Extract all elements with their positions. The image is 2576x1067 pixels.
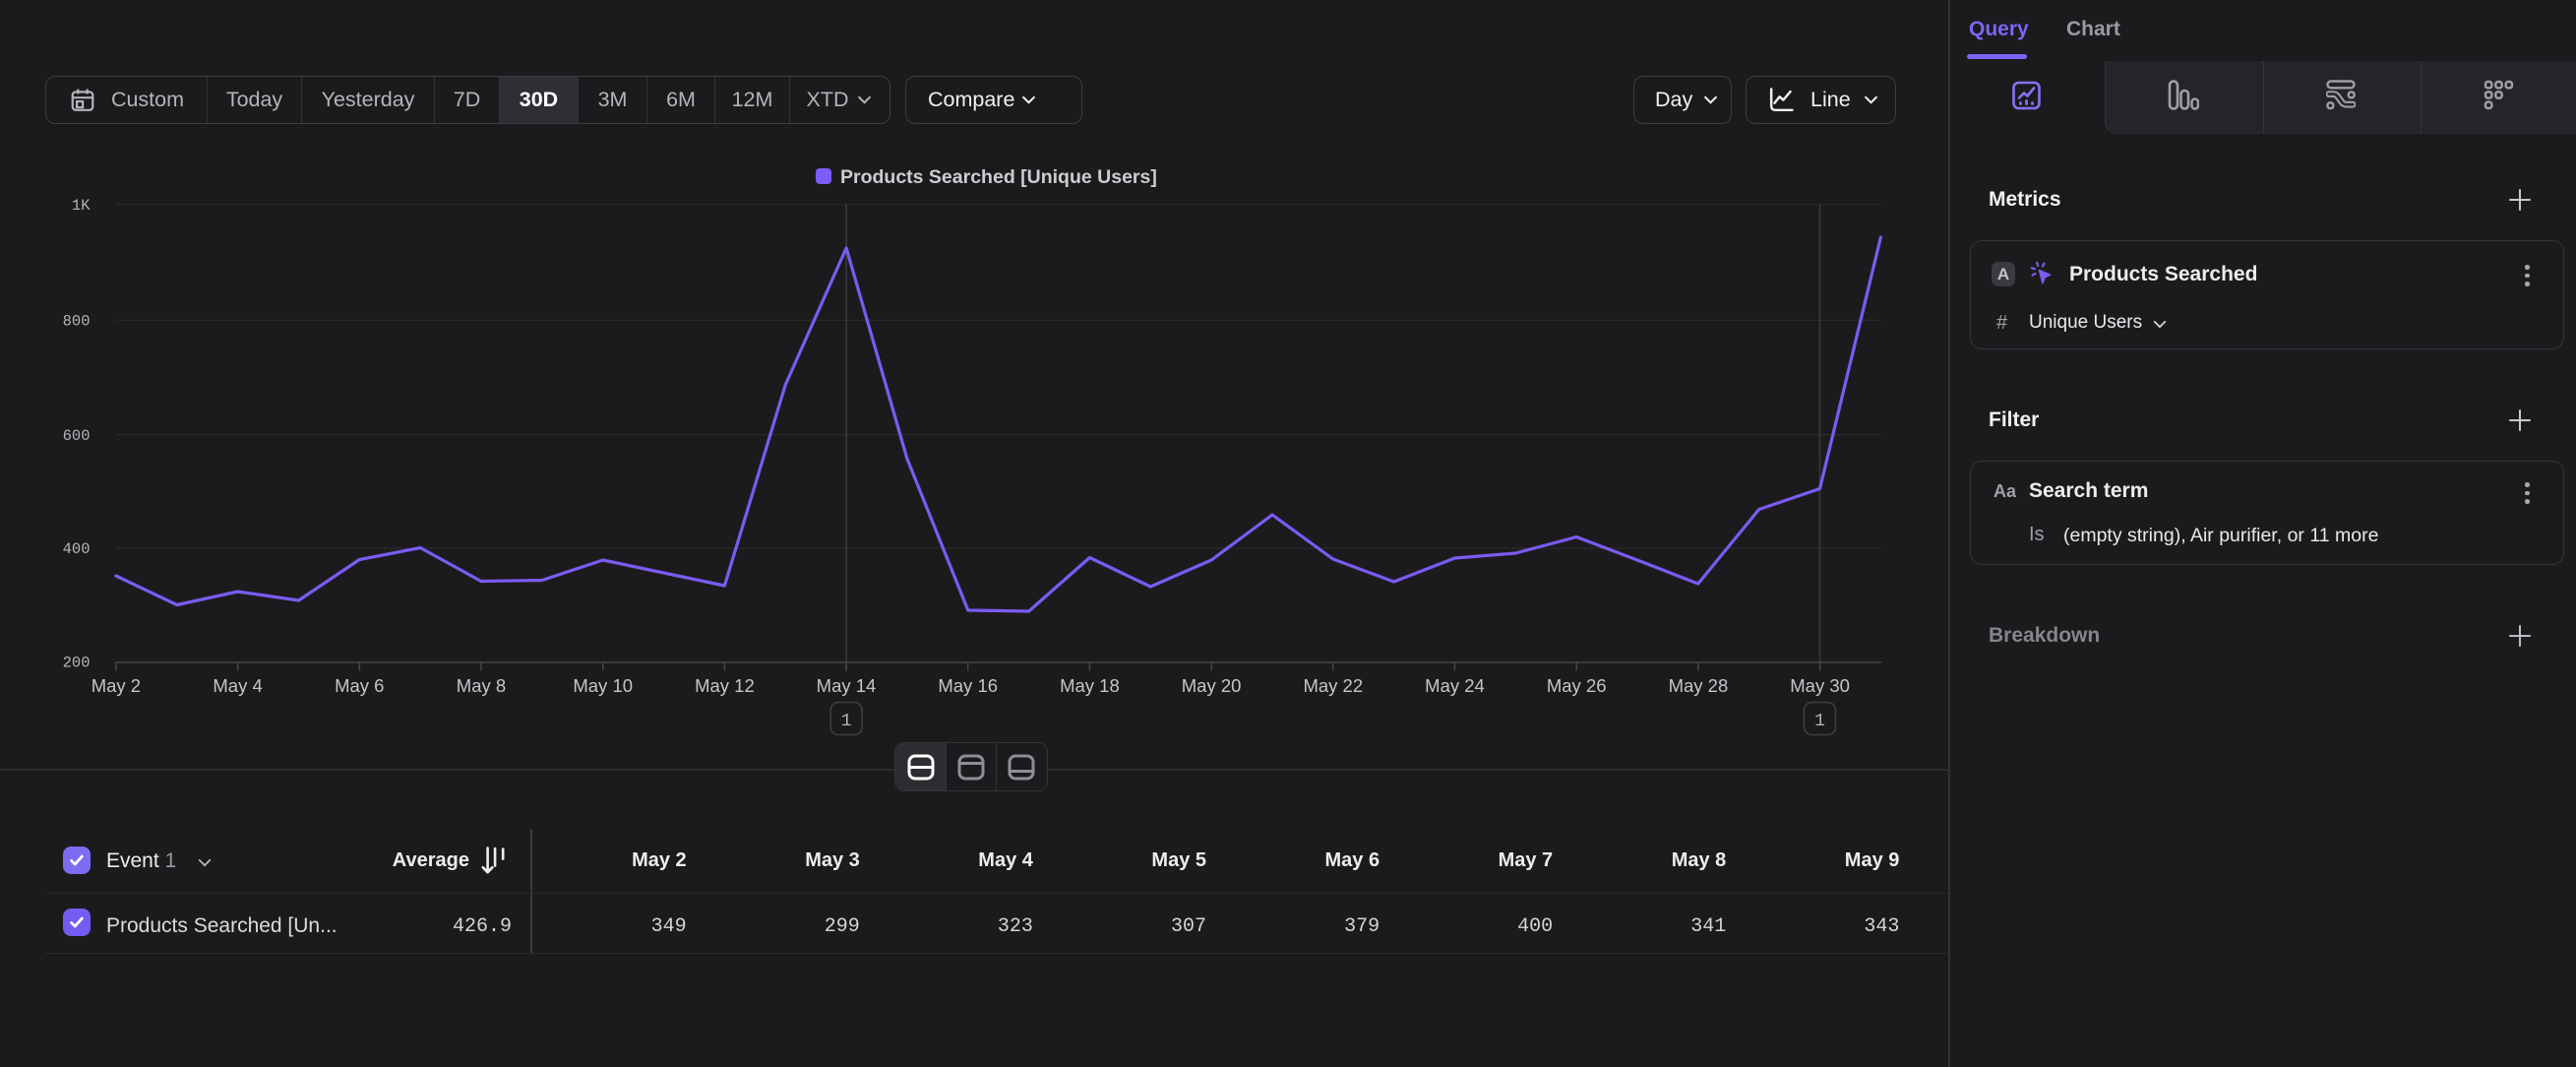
- svg-text:1K: 1K: [72, 197, 91, 215]
- svg-text:600: 600: [63, 427, 91, 445]
- svg-text:May 16: May 16: [938, 675, 998, 696]
- svg-text:May 8: May 8: [457, 675, 506, 696]
- svg-text:1: 1: [1814, 712, 1825, 731]
- svg-text:May 10: May 10: [573, 675, 633, 696]
- svg-text:May 28: May 28: [1669, 675, 1729, 696]
- svg-text:400: 400: [63, 540, 91, 558]
- svg-text:800: 800: [63, 312, 91, 330]
- svg-text:May 12: May 12: [695, 675, 755, 696]
- svg-text:May 20: May 20: [1182, 675, 1242, 696]
- svg-text:200: 200: [63, 655, 91, 672]
- svg-text:May 26: May 26: [1547, 675, 1607, 696]
- svg-text:May 2: May 2: [92, 675, 141, 696]
- svg-text:May 22: May 22: [1303, 675, 1363, 696]
- svg-text:May 18: May 18: [1060, 675, 1120, 696]
- svg-text:1: 1: [841, 712, 852, 731]
- svg-text:May 24: May 24: [1425, 675, 1485, 696]
- svg-text:May 30: May 30: [1790, 675, 1850, 696]
- svg-text:May 4: May 4: [213, 675, 262, 696]
- svg-text:May 6: May 6: [335, 675, 384, 696]
- svg-text:May 14: May 14: [817, 675, 877, 696]
